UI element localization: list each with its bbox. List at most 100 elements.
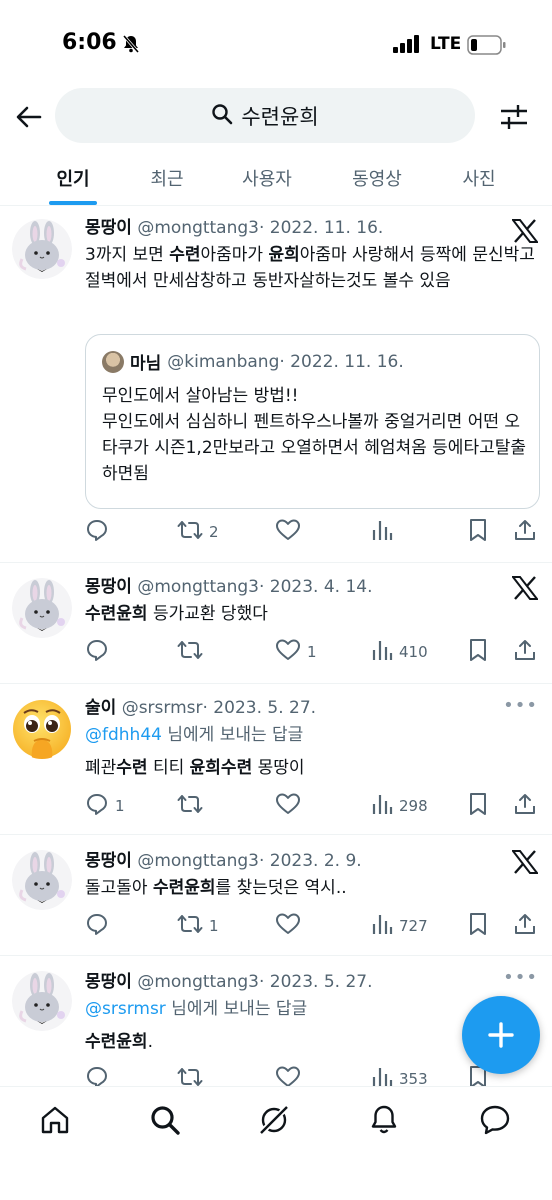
x-logo-icon bbox=[510, 219, 540, 247]
search-icon bbox=[211, 103, 233, 129]
share-icon bbox=[513, 912, 537, 940]
tweet[interactable]: 몽땅이 @mongttang3· 2023. 2. 9. 돌고돌아 수련윤희를 … bbox=[0, 836, 552, 956]
retweet-button[interactable]: 2 bbox=[177, 518, 219, 546]
plus-icon bbox=[488, 1022, 514, 1048]
reply-button[interactable] bbox=[85, 638, 109, 666]
share-icon bbox=[515, 520, 535, 540]
bookmark-button[interactable] bbox=[468, 792, 488, 820]
quoted-tweet[interactable]: 마님 @kimanbang· 2022. 11. 16. 무인도에서 살아남는 … bbox=[85, 334, 540, 509]
bookmark-button[interactable] bbox=[468, 912, 488, 940]
status-bar: 6:06 LTE bbox=[0, 0, 552, 88]
share-button[interactable] bbox=[513, 518, 537, 546]
heart-icon bbox=[276, 913, 300, 934]
reply-button[interactable] bbox=[85, 912, 109, 940]
bottom-navigation bbox=[0, 1086, 552, 1200]
muted-bell-icon bbox=[121, 34, 141, 58]
tweet[interactable]: 술이 @srsrmsr· 2023. 5. 27. @fdhh44 님에게 보내… bbox=[0, 685, 552, 835]
share-icon bbox=[513, 638, 537, 666]
tweet-actions: 1 727 bbox=[85, 912, 540, 940]
like-button[interactable] bbox=[275, 912, 301, 940]
reply-mention-link[interactable]: @srsrmsr bbox=[85, 999, 166, 1019]
tweet[interactable]: 몽땅이 @mongttang3· 2023. 4. 14. 수련윤희 등가교환 … bbox=[0, 564, 552, 684]
like-button[interactable]: 1 bbox=[275, 638, 317, 666]
tab-users[interactable]: 사용자 bbox=[224, 150, 310, 206]
share-button[interactable] bbox=[513, 638, 537, 666]
views-chart-icon bbox=[372, 641, 393, 660]
search-input[interactable]: 수련윤희 bbox=[55, 88, 475, 143]
tweet-date: · 2023. 4. 14. bbox=[258, 577, 373, 597]
rt-icon bbox=[177, 518, 203, 546]
quote-author-name: 마님 bbox=[130, 354, 162, 374]
author-name[interactable]: 몽땅이 bbox=[85, 577, 132, 597]
bookmark-icon bbox=[470, 913, 486, 935]
avatar[interactable] bbox=[12, 971, 72, 1031]
reply-button[interactable] bbox=[85, 518, 109, 546]
like-icon bbox=[275, 638, 301, 666]
reply-mention-link[interactable]: @fdhh44 bbox=[85, 725, 162, 745]
tweet-date: · 2023. 5. 27. bbox=[258, 972, 373, 992]
search-query: 수련윤희 bbox=[241, 104, 319, 129]
bm-icon bbox=[468, 792, 488, 820]
tweet-text: 폐관수련 티티 윤희수련 몽땅이 bbox=[85, 758, 305, 778]
avatar[interactable] bbox=[12, 578, 72, 638]
author-name[interactable]: 술이 bbox=[85, 698, 116, 718]
tab-recent[interactable]: 최근 bbox=[124, 150, 210, 206]
tab-photos[interactable]: 사진 bbox=[436, 150, 522, 206]
reply-icon bbox=[85, 912, 109, 940]
like-icon bbox=[275, 792, 301, 820]
active-tab-indicator bbox=[49, 201, 97, 205]
retweet-button[interactable] bbox=[177, 792, 203, 820]
bm-icon bbox=[468, 638, 488, 666]
grok-icon[interactable] bbox=[257, 1103, 291, 1137]
views-button[interactable]: 298 bbox=[371, 792, 428, 820]
messages-icon[interactable] bbox=[478, 1103, 512, 1137]
home-icon[interactable] bbox=[38, 1103, 72, 1137]
like-button[interactable] bbox=[275, 518, 301, 546]
avatar[interactable] bbox=[12, 219, 72, 279]
share-button[interactable] bbox=[513, 792, 537, 820]
tweet[interactable]: 몽땅이 @mongttang3· 2022. 11. 16. 3까지 보면 수련… bbox=[0, 207, 552, 563]
network-label: LTE bbox=[430, 34, 462, 54]
search-nav-icon[interactable] bbox=[148, 1103, 182, 1137]
views-button[interactable]: 727 bbox=[371, 912, 428, 940]
tweet-date: · 2022. 11. 16. bbox=[258, 218, 384, 238]
author-name[interactable]: 몽땅이 bbox=[85, 972, 132, 992]
tab-popular[interactable]: 인기 bbox=[30, 150, 116, 206]
back-arrow-icon[interactable] bbox=[12, 100, 46, 134]
battery-icon bbox=[467, 35, 507, 59]
more-options-icon[interactable]: ••• bbox=[503, 967, 538, 988]
bookmark-icon bbox=[470, 793, 486, 815]
share-button[interactable] bbox=[513, 912, 537, 940]
views-icon bbox=[371, 792, 393, 820]
views-chart-icon bbox=[372, 915, 393, 934]
notifications-bell-icon[interactable] bbox=[367, 1103, 401, 1137]
avatar[interactable] bbox=[12, 850, 72, 910]
heart-icon bbox=[276, 519, 300, 540]
tab-videos[interactable]: 동영상 bbox=[334, 150, 420, 206]
filter-settings-icon[interactable] bbox=[497, 100, 531, 134]
retweet-icon bbox=[177, 915, 203, 933]
emoji-avatar[interactable] bbox=[12, 699, 72, 759]
author-name[interactable]: 몽땅이 bbox=[85, 218, 132, 238]
like-icon bbox=[275, 518, 301, 546]
tweet-actions: 2 bbox=[85, 518, 540, 546]
retweet-button[interactable] bbox=[177, 638, 203, 666]
views-icon bbox=[371, 638, 393, 666]
author-name[interactable]: 몽땅이 bbox=[85, 851, 132, 871]
share-icon bbox=[513, 792, 537, 820]
views-button[interactable] bbox=[371, 518, 393, 546]
bookmark-button[interactable] bbox=[468, 638, 488, 666]
bookmark-icon bbox=[470, 519, 486, 541]
compose-button[interactable] bbox=[462, 996, 540, 1074]
author-handle: @mongttang3 bbox=[137, 577, 259, 597]
more-options-icon[interactable]: ••• bbox=[503, 695, 538, 716]
views-button[interactable]: 410 bbox=[371, 638, 428, 666]
author-handle: @srsrmsr bbox=[121, 698, 203, 718]
like-button[interactable] bbox=[275, 792, 301, 820]
reply-button[interactable]: 1 bbox=[85, 792, 125, 820]
views-icon bbox=[371, 912, 393, 940]
tweet-actions: 1 298 bbox=[85, 792, 540, 820]
quote-text: 무인도에서 살아남는 방법!! 무인도에서 심심하니 펜트하우스나볼까 중얼거리면… bbox=[102, 386, 527, 484]
bookmark-button[interactable] bbox=[468, 518, 488, 546]
retweet-button[interactable]: 1 bbox=[177, 912, 219, 940]
